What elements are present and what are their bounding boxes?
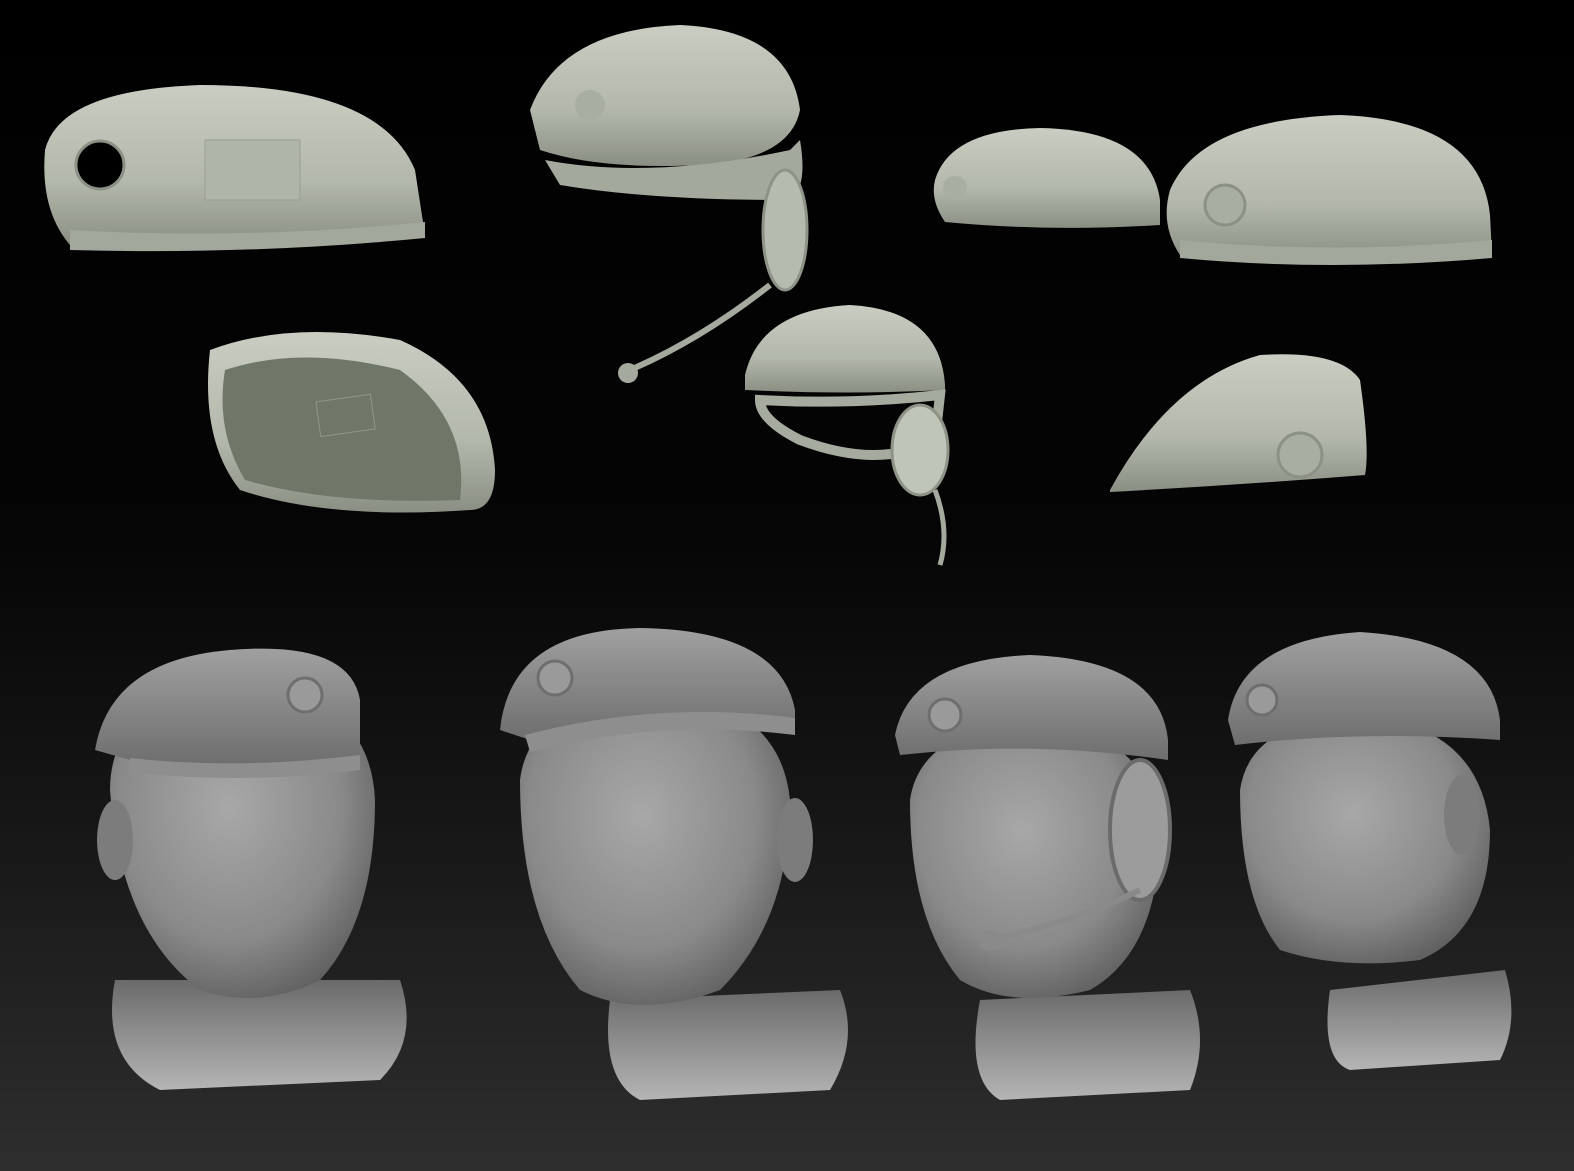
beret-inside-view (208, 332, 495, 513)
badge-icon (1203, 183, 1247, 227)
badge-icon (536, 659, 574, 697)
badge-icon (1276, 431, 1324, 479)
head-front-right (500, 628, 848, 1100)
beret-back-3q (1110, 354, 1367, 492)
head-with-headset (895, 655, 1200, 1100)
beret-front-3q (1166, 115, 1492, 265)
badge-icon (74, 139, 126, 191)
beret-with-headset-side (745, 305, 950, 566)
head-front-left (95, 648, 407, 1090)
ear (777, 798, 813, 882)
patch-icon (204, 139, 301, 201)
earcup-icon (761, 168, 809, 292)
microphone-boom (628, 282, 772, 373)
badge-icon (286, 676, 324, 714)
beret-side-view (44, 85, 426, 252)
earcup-icon (890, 403, 950, 497)
head-profile (1228, 632, 1512, 1070)
beret-small-side (933, 128, 1160, 228)
ear (97, 800, 133, 880)
badge-icon (927, 697, 963, 733)
beret-with-headset-3q (530, 25, 809, 383)
sculpt-sheet (44, 25, 1512, 1100)
render-canvas (0, 0, 1574, 1171)
badge-icon (1245, 683, 1279, 717)
earcup-icon (1108, 758, 1172, 902)
ear (1444, 775, 1480, 855)
